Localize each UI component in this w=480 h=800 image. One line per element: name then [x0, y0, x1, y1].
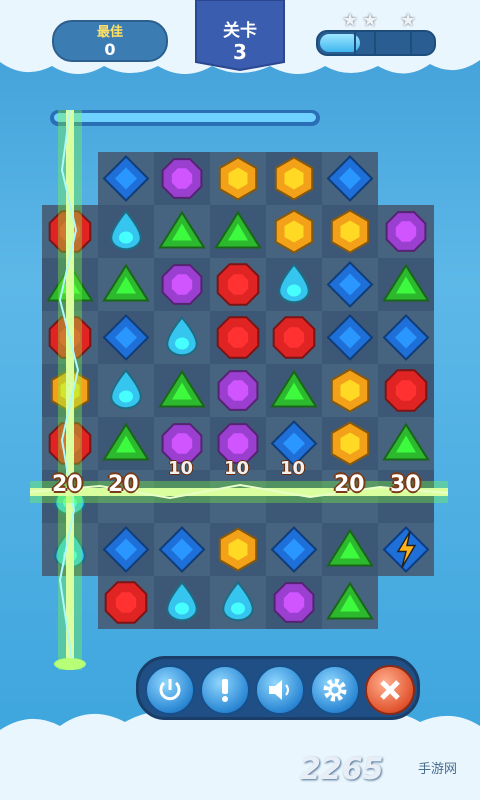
close-button[interactable]: [365, 665, 415, 715]
score-popup: 10: [168, 458, 194, 479]
gem-purple[interactable]: [217, 370, 259, 411]
score-popup: 20: [52, 472, 83, 497]
score-popup: 10: [224, 458, 250, 479]
gem-orange[interactable]: [330, 421, 370, 466]
info-button[interactable]: [200, 665, 250, 715]
info-icon: [222, 679, 228, 702]
score-popup: 20: [334, 472, 365, 497]
watermark-logo: 2265: [300, 752, 384, 787]
gem-red[interactable]: [216, 263, 260, 306]
gem-purple[interactable]: [161, 158, 203, 199]
settings-button[interactable]: [310, 665, 360, 715]
power-icon: [159, 679, 181, 701]
gem-orange[interactable]: [330, 209, 370, 254]
watermark-suffix: 手游网: [418, 762, 458, 777]
gem-purple[interactable]: [385, 211, 427, 252]
gem-orange[interactable]: [330, 368, 370, 413]
time-bar-fill: [54, 113, 316, 122]
sound-button[interactable]: [255, 665, 305, 715]
gem-purple[interactable]: [161, 264, 203, 305]
lightning-beam-vertical: [54, 109, 86, 670]
sound-icon: [269, 680, 289, 700]
power-button[interactable]: [145, 665, 195, 715]
score-popup: 20: [108, 472, 139, 497]
gem-purple[interactable]: [273, 582, 315, 623]
control-button-bar: [136, 656, 420, 720]
settings-icon: [323, 678, 347, 702]
gem-red[interactable]: [384, 369, 428, 412]
lightning-beam-horizontal: [29, 481, 449, 503]
score-popup: 30: [390, 472, 421, 497]
close-icon: [380, 680, 400, 700]
gem-red[interactable]: [104, 581, 148, 624]
score-popup: 10: [280, 458, 306, 479]
gem-orange[interactable]: [218, 527, 258, 572]
gem-orange[interactable]: [274, 156, 314, 201]
gem-red[interactable]: [216, 316, 260, 359]
gem-orange[interactable]: [274, 209, 314, 254]
gem-orange[interactable]: [218, 156, 258, 201]
gem-red[interactable]: [272, 316, 316, 359]
